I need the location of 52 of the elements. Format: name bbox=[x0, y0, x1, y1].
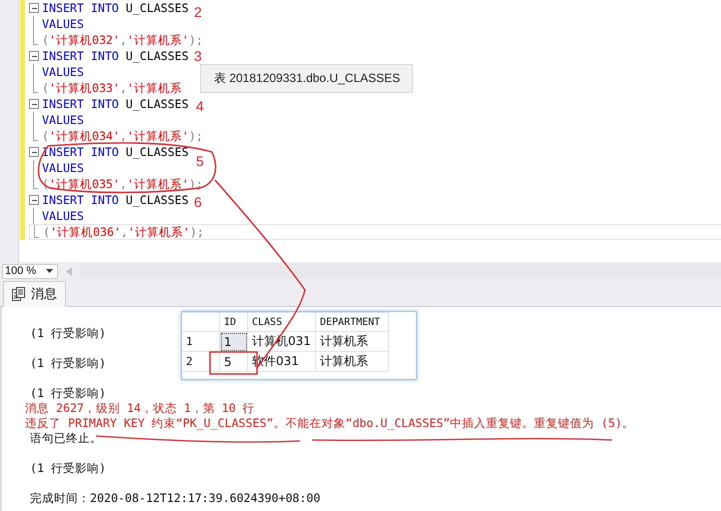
messages-tab[interactable]: 消息 bbox=[3, 281, 66, 307]
sql-keyword: VALUES bbox=[42, 65, 84, 79]
column-header[interactable]: DEPARTMENT bbox=[316, 312, 388, 332]
table-name: U_CLASSES bbox=[126, 49, 189, 63]
dropdown-caret-icon bbox=[46, 269, 53, 273]
table-name: U_CLASSES bbox=[126, 1, 189, 15]
values-line: ('计算机036','计算机系'); bbox=[43, 224, 204, 240]
annotation-number: 5 bbox=[196, 153, 204, 169]
annotation-number: 6 bbox=[194, 194, 202, 210]
sql-keyword: VALUES bbox=[42, 209, 84, 223]
annotation-number: 2 bbox=[194, 4, 202, 20]
tooltip: 表 20181209331.dbo.U_CLASSES bbox=[200, 64, 414, 93]
table-cell[interactable]: 1 bbox=[220, 332, 248, 352]
horizontal-scrollbar[interactable] bbox=[80, 263, 721, 279]
message-line: 语句已终止。 bbox=[29, 431, 102, 446]
error-message: 违反了 PRIMARY KEY 约束“PK_U_CLASSES”。不能在对象“dbo.U_CLASSES”中插入重复键。重复键值为 (5)。 bbox=[25, 416, 634, 431]
sql-keyword: INSERT INTO bbox=[42, 193, 119, 207]
row-number: 2 bbox=[182, 352, 220, 372]
error-message: 消息 2627，级别 14，状态 1，第 10 行 bbox=[25, 401, 255, 416]
zoom-dropdown[interactable]: 100 % bbox=[2, 264, 58, 278]
annotation-number: 4 bbox=[196, 98, 204, 114]
code-editor[interactable] bbox=[0, 0, 721, 262]
sql-keyword: VALUES bbox=[42, 17, 84, 31]
table-cell[interactable]: 计算机系 bbox=[316, 352, 388, 372]
message-line: (1 行受影响) bbox=[29, 356, 106, 371]
table-cell[interactable]: 5 bbox=[220, 352, 248, 372]
annotation-number: 3 bbox=[194, 48, 202, 64]
collapse-icon[interactable] bbox=[29, 3, 39, 13]
table-name: U_CLASSES bbox=[126, 97, 189, 111]
message-line: 完成时间：2020-08-12T12:17:39.6024390+08:00 bbox=[29, 491, 320, 506]
collapse-icon[interactable] bbox=[29, 51, 39, 61]
collapse-icon[interactable] bbox=[29, 195, 39, 205]
table-name: U_CLASSES bbox=[126, 193, 189, 207]
collapse-icon[interactable] bbox=[29, 147, 39, 157]
table-cell[interactable]: 计算机031 bbox=[248, 332, 316, 352]
message-line: (1 行受影响) bbox=[29, 461, 106, 476]
sql-keyword: INSERT INTO bbox=[42, 1, 119, 15]
message-line: (1 行受影响) bbox=[29, 326, 106, 341]
sql-keyword: VALUES bbox=[42, 161, 84, 175]
message-line: (1 行受影响) bbox=[29, 386, 106, 401]
values-line: ('计算机034','计算机系'); bbox=[42, 128, 203, 144]
column-header[interactable]: CLASS bbox=[248, 312, 316, 332]
table-cell[interactable]: 计算机系 bbox=[316, 332, 388, 352]
table-name: U_CLASSES bbox=[126, 145, 189, 159]
document-icon bbox=[12, 287, 25, 301]
values-line: ('计算机033','计算机系 bbox=[42, 80, 182, 96]
sql-keyword: INSERT INTO bbox=[42, 145, 119, 159]
values-line: ('计算机032','计算机系'); bbox=[42, 32, 203, 48]
sql-keyword: INSERT INTO bbox=[42, 97, 119, 111]
collapse-icon[interactable] bbox=[29, 99, 39, 109]
sql-keyword: VALUES bbox=[42, 113, 84, 127]
sql-keyword: INSERT INTO bbox=[42, 49, 119, 63]
